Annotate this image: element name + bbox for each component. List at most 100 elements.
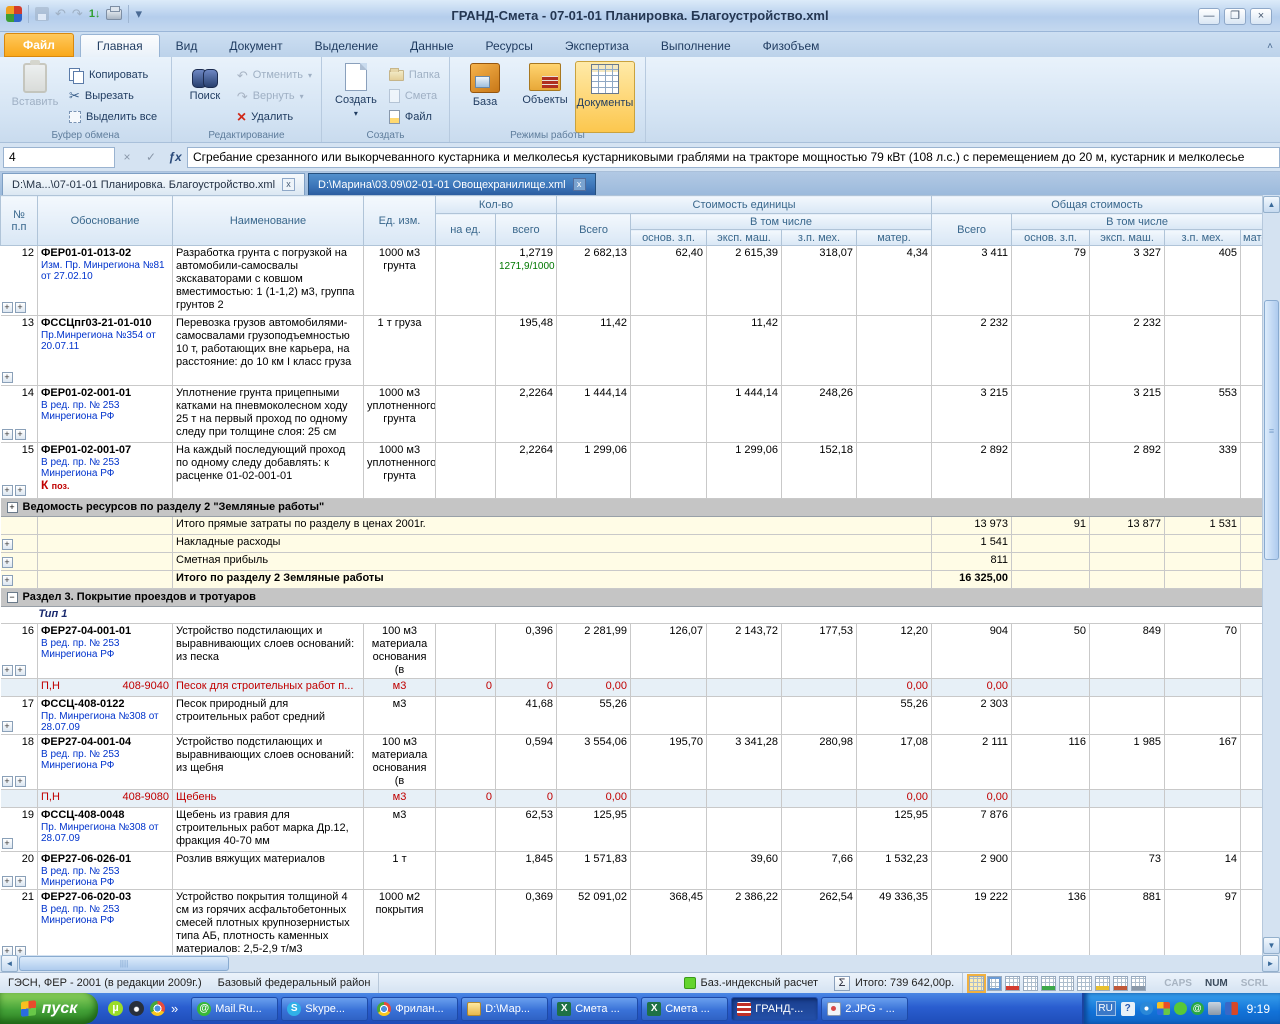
undo-button[interactable]: ↶Отменить▾ xyxy=(233,66,316,84)
view-print-icon[interactable] xyxy=(1005,976,1020,991)
cell[interactable]: 100 м3 материала основания (в xyxy=(364,735,436,790)
start-button[interactable]: пуск xyxy=(0,993,98,1024)
restore-button[interactable]: ❐ xyxy=(1224,8,1246,25)
cell[interactable] xyxy=(1090,571,1165,589)
cell[interactable]: 0 xyxy=(436,790,496,808)
scroll-right-icon[interactable]: ► xyxy=(1262,955,1279,972)
cell[interactable]: 177,53 xyxy=(782,624,857,679)
cell[interactable] xyxy=(38,535,173,553)
cell[interactable]: ФЕР27-06-020-03В ред. пр. № 253 Минрегио… xyxy=(38,890,173,956)
cell[interactable]: 152,18 xyxy=(782,443,857,499)
cell[interactable]: 0 xyxy=(436,679,496,697)
close-icon[interactable]: x xyxy=(573,178,586,191)
cell[interactable]: 17,08 xyxy=(857,735,932,790)
cell[interactable]: 3 554,06 xyxy=(557,735,631,790)
cell[interactable] xyxy=(631,808,707,852)
cell[interactable] xyxy=(1241,624,1262,679)
ribbon-tab-Экспертиза[interactable]: Экспертиза xyxy=(549,35,645,57)
table-row[interactable]: −Раздел 3. Покрытие проездов и тротуаров xyxy=(1,589,1263,607)
cell[interactable]: 195,48 xyxy=(496,316,557,386)
cell[interactable]: 16++ xyxy=(1,624,38,679)
confirm-entry-icon[interactable]: ✓ xyxy=(139,150,163,164)
table-row[interactable]: +Итого по разделу 2 Земляные работы16 32… xyxy=(1,571,1263,589)
expand-icon[interactable]: + xyxy=(2,372,13,383)
cell[interactable] xyxy=(38,517,173,535)
create-button[interactable]: Создать▾ xyxy=(327,61,385,118)
paste-button[interactable]: Вставить xyxy=(5,61,65,108)
cell[interactable]: + xyxy=(1,571,38,589)
cell[interactable] xyxy=(1165,571,1241,589)
cell[interactable] xyxy=(1165,535,1241,553)
cell[interactable]: 2 892 xyxy=(1090,443,1165,499)
cell[interactable]: 12,20 xyxy=(857,624,932,679)
cell[interactable]: 39,60 xyxy=(707,852,782,890)
cell[interactable]: 339 xyxy=(1165,443,1241,499)
cell[interactable]: 17+ xyxy=(1,697,38,735)
cell[interactable]: 2 303 xyxy=(932,697,1012,735)
cell[interactable]: ФЕР27-06-026-01В ред. пр. № 253 Минрегио… xyxy=(38,852,173,890)
cell[interactable]: 1 т груза xyxy=(364,316,436,386)
expand-icon[interactable]: + xyxy=(2,838,13,849)
cell[interactable]: 136 xyxy=(1012,890,1090,956)
cell[interactable]: м3 xyxy=(364,697,436,735)
expand-icon[interactable]: + xyxy=(15,485,26,496)
cell[interactable] xyxy=(1012,790,1090,808)
cell[interactable] xyxy=(707,679,782,697)
cell[interactable] xyxy=(1165,790,1241,808)
view-grid-selected-icon[interactable] xyxy=(969,976,984,991)
section-expander-icon[interactable]: − xyxy=(7,592,18,603)
cell[interactable]: 2 111 xyxy=(932,735,1012,790)
cell[interactable] xyxy=(1241,790,1262,808)
cell[interactable] xyxy=(1012,697,1090,735)
cell[interactable] xyxy=(1,679,38,697)
cell[interactable] xyxy=(782,808,857,852)
formula-text-field[interactable]: Сгребание срезанного или выкорчеванного … xyxy=(187,147,1280,168)
cell[interactable]: 1,845 xyxy=(496,852,557,890)
cell[interactable]: ФССЦ-408-0122Пр. Минрегиона №308 от 28.0… xyxy=(38,697,173,735)
cell[interactable]: 13+ xyxy=(1,316,38,386)
cell[interactable]: 0 xyxy=(496,679,557,697)
cell[interactable]: 405 xyxy=(1165,246,1241,316)
taskbar-button[interactable]: D:\Мар... xyxy=(461,997,548,1021)
cell[interactable] xyxy=(1241,316,1262,386)
cell[interactable]: 14 xyxy=(1165,852,1241,890)
cell[interactable] xyxy=(1241,386,1262,443)
table-row[interactable]: Тип 1 xyxy=(1,607,1263,624)
cell[interactable]: 0 xyxy=(496,790,557,808)
table-row[interactable]: 14++ФЕР01-02-001-01В ред. пр. № 253 Минр… xyxy=(1,386,1263,443)
ribbon-tab-Выполнение[interactable]: Выполнение xyxy=(645,35,747,57)
document-tab[interactable]: D:\Марина\03.09\02-01-01 Овощехранилище.… xyxy=(308,173,596,195)
tray-icon[interactable] xyxy=(1157,1002,1170,1015)
new-estimate-button[interactable]: Смета xyxy=(385,87,444,105)
cell[interactable]: 0,00 xyxy=(857,679,932,697)
cell[interactable] xyxy=(1241,735,1262,790)
cell[interactable]: 0,00 xyxy=(557,790,631,808)
sum-icon[interactable]: Σ xyxy=(834,976,850,991)
ribbon-tab-Выделение[interactable]: Выделение xyxy=(299,35,395,57)
cell[interactable]: 195,70 xyxy=(631,735,707,790)
cell[interactable]: 62,53 xyxy=(496,808,557,852)
cell[interactable] xyxy=(631,790,707,808)
vertical-scroll-thumb[interactable]: ≡ xyxy=(1264,300,1279,560)
expand-icon[interactable]: + xyxy=(15,946,26,955)
cell[interactable]: 49 336,35 xyxy=(857,890,932,956)
cell[interactable]: 70 xyxy=(1165,624,1241,679)
cell[interactable]: ФЕР27-04-001-01В ред. пр. № 253 Минрегио… xyxy=(38,624,173,679)
cut-button[interactable]: ✂Вырезать xyxy=(65,87,161,105)
table-row[interactable]: +Ведомость ресурсов по разделу 2 "Землян… xyxy=(1,499,1263,517)
cell[interactable] xyxy=(1090,808,1165,852)
document-tab[interactable]: D:\Ма...\07-01-01 Планировка. Благоустро… xyxy=(2,173,305,195)
taskbar-button[interactable]: XСмета ... xyxy=(641,997,728,1021)
cell[interactable] xyxy=(707,697,782,735)
table-row[interactable]: 20++ФЕР27-06-026-01В ред. пр. № 253 Минр… xyxy=(1,852,1263,890)
cell[interactable]: 1 т xyxy=(364,852,436,890)
cell[interactable] xyxy=(1241,808,1262,852)
cell[interactable]: 0,396 xyxy=(496,624,557,679)
gauge-icon[interactable] xyxy=(129,1001,144,1016)
app-icon[interactable] xyxy=(6,6,22,22)
cell[interactable]: Щебень xyxy=(173,790,364,808)
cell[interactable]: 19 222 xyxy=(932,890,1012,956)
expand-icon[interactable]: + xyxy=(2,946,13,955)
cell[interactable] xyxy=(857,316,932,386)
horizontal-scroll-thumb[interactable]: |||| xyxy=(19,956,229,971)
